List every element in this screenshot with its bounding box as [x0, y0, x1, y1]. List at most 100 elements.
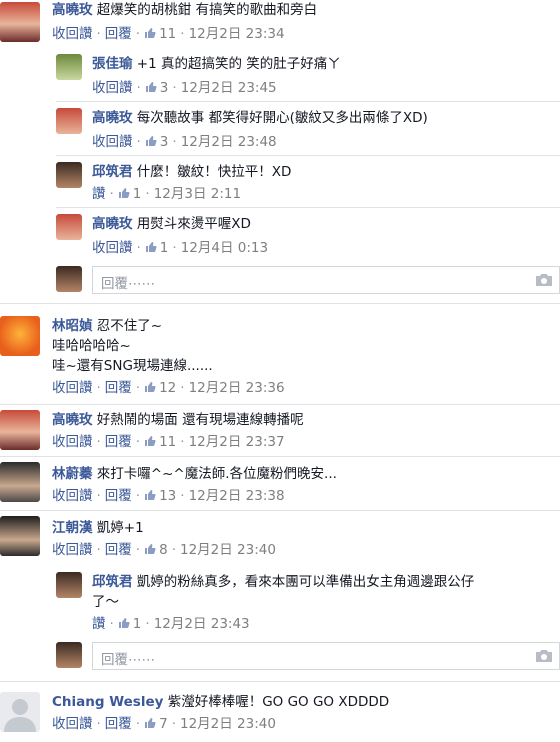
divider	[56, 207, 560, 208]
camera-icon[interactable]	[535, 273, 553, 287]
comment-author[interactable]: 高曉玫	[52, 2, 93, 18]
unlike-link[interactable]: 收回讚	[52, 542, 93, 558]
avatar[interactable]	[0, 462, 40, 502]
comment-actions: 收回讚 · 3 · 12月2日 23:45	[92, 80, 277, 96]
comment-text: 高曉玫 好熱鬧的場面 還有現場連線轉播呢	[52, 412, 304, 428]
reply-link[interactable]: 回覆	[105, 542, 132, 558]
thumbs-up-icon	[145, 242, 157, 252]
unlike-link[interactable]: 收回讚	[92, 240, 133, 256]
reply-link[interactable]: 回覆	[105, 488, 132, 504]
comment-author[interactable]: Chiang Wesley	[52, 694, 163, 710]
timestamp[interactable]: 12月2日 23:34	[189, 26, 285, 42]
like-count[interactable]: 12	[144, 380, 176, 396]
comment-text: 高曉玫 用熨斗來燙平喔XD	[92, 216, 251, 232]
unlike-link[interactable]: 收回讚	[52, 434, 93, 450]
unlike-link[interactable]: 收回讚	[92, 80, 133, 96]
avatar[interactable]	[56, 214, 82, 240]
comment-text: 邱筑君 什麼！皺紋！快拉平！XD	[92, 164, 292, 180]
comment-text: Chiang Wesley 紫瀅好棒棒喔！GO GO GO XDDDD	[52, 694, 390, 710]
comment-text: 張佳瑜 +1 真的超搞笑的 笑的肚子好痛ㄚ	[92, 56, 341, 72]
reply-input[interactable]: 回覆⋯⋯	[92, 266, 560, 294]
thumbs-up-icon	[145, 436, 156, 446]
comment-author[interactable]: 邱筑君	[92, 164, 133, 180]
divider	[56, 155, 560, 156]
comment-actions: 收回讚 · 回覆 · 11 · 12月2日 23:37	[52, 434, 285, 450]
reply-placeholder: 回覆⋯⋯	[101, 652, 155, 668]
comment-text: 哇哈哈哈哈~	[52, 338, 131, 354]
timestamp[interactable]: 12月2日 23:43	[154, 616, 250, 632]
divider	[0, 510, 560, 511]
comment-text: 林昭媜 忍不住了~	[52, 318, 163, 334]
camera-icon[interactable]	[535, 649, 553, 663]
comment-text: 了～	[92, 594, 119, 610]
avatar[interactable]	[0, 692, 40, 732]
comment-actions: 讚 · 1 · 12月2日 23:43	[92, 616, 250, 632]
thumbs-up-icon	[145, 28, 156, 38]
avatar[interactable]	[0, 316, 40, 356]
like-count[interactable]: 1	[118, 186, 141, 202]
timestamp[interactable]: 12月2日 23:48	[181, 134, 277, 150]
unlike-link[interactable]: 收回讚	[52, 488, 93, 504]
comment-author[interactable]: 張佳瑜	[92, 56, 133, 72]
reply-link[interactable]: 回覆	[105, 26, 132, 42]
timestamp[interactable]: 12月2日 23:36	[189, 380, 285, 396]
timestamp[interactable]: 12月2日 23:37	[189, 434, 285, 450]
like-count[interactable]: 11	[144, 434, 176, 450]
like-count[interactable]: 3	[145, 80, 168, 96]
timestamp[interactable]: 12月2日 23:40	[180, 716, 276, 732]
avatar[interactable]	[0, 2, 40, 42]
reply-input[interactable]: 回覆⋯⋯	[92, 642, 560, 670]
comment-author[interactable]: 江朝漢	[52, 520, 93, 536]
avatar[interactable]	[56, 162, 82, 188]
unlike-link[interactable]: 收回讚	[52, 716, 93, 732]
like-count[interactable]: 8	[144, 542, 168, 558]
comment-author[interactable]: 林昭媜	[52, 318, 93, 334]
like-count[interactable]: 7	[144, 716, 168, 732]
timestamp[interactable]: 12月4日 0:13	[181, 240, 268, 256]
divider	[0, 404, 560, 405]
timestamp[interactable]: 12月2日 23:40	[180, 542, 276, 558]
like-count[interactable]: 13	[144, 488, 176, 504]
comment-text: 高曉玫 每次聽故事 都笑得好開心(皺紋又多出兩條了XD)	[92, 110, 428, 126]
avatar	[56, 266, 82, 292]
reply-link[interactable]: 回覆	[105, 380, 132, 396]
comment-author[interactable]: 高曉玫	[52, 412, 93, 428]
comment-author[interactable]: 林蔚蓁	[52, 466, 93, 482]
like-link[interactable]: 讚	[92, 616, 106, 632]
unlike-link[interactable]: 收回讚	[52, 380, 93, 396]
comment-author[interactable]: 邱筑君	[92, 574, 133, 590]
like-count[interactable]: 3	[145, 134, 168, 150]
timestamp[interactable]: 12月3日 2:11	[154, 186, 241, 202]
avatar	[56, 642, 82, 668]
thumbs-up-icon	[145, 718, 156, 728]
like-link[interactable]: 讚	[92, 186, 106, 202]
avatar[interactable]	[56, 54, 82, 80]
reply-link[interactable]: 回覆	[105, 434, 132, 450]
timestamp[interactable]: 12月2日 23:38	[189, 488, 285, 504]
comment-text: 高曉玫 超爆笑的胡桃鉗 有搞笑的歌曲和旁白	[52, 2, 318, 18]
comment-actions: 收回讚 · 回覆 · 8 · 12月2日 23:40	[52, 542, 276, 558]
unlike-link[interactable]: 收回讚	[92, 134, 133, 150]
unlike-link[interactable]: 收回讚	[52, 26, 93, 42]
avatar[interactable]	[0, 410, 40, 450]
comment-author[interactable]: 高曉玫	[92, 110, 133, 126]
comment-actions: 收回讚 · 1 · 12月4日 0:13	[92, 240, 269, 256]
reply-link[interactable]: 回覆	[105, 716, 132, 732]
timestamp[interactable]: 12月2日 23:45	[181, 80, 277, 96]
thumbs-up-icon	[145, 490, 156, 500]
like-count[interactable]: 1	[145, 240, 168, 256]
thumbs-up-icon	[118, 188, 130, 198]
comment-author[interactable]: 高曉玫	[92, 216, 133, 232]
like-count[interactable]: 1	[118, 616, 141, 632]
avatar[interactable]	[56, 108, 82, 134]
comment-actions: 收回讚 · 回覆 · 13 · 12月2日 23:38	[52, 488, 285, 504]
comment-actions: 收回讚 · 回覆 · 7 · 12月2日 23:40	[52, 716, 276, 732]
thumbs-up-icon	[118, 618, 130, 628]
comment-actions: 讚 · 1 · 12月3日 2:11	[92, 186, 242, 202]
avatar[interactable]	[56, 572, 82, 598]
thumbs-up-icon	[145, 382, 156, 392]
comment-actions: 收回讚 · 3 · 12月2日 23:48	[92, 134, 277, 150]
avatar[interactable]	[0, 516, 40, 556]
like-count[interactable]: 11	[144, 26, 176, 42]
comment-text: 邱筑君 凱婷的粉絲真多，看來本團可以準備出女主角週邊跟公仔	[92, 574, 475, 590]
